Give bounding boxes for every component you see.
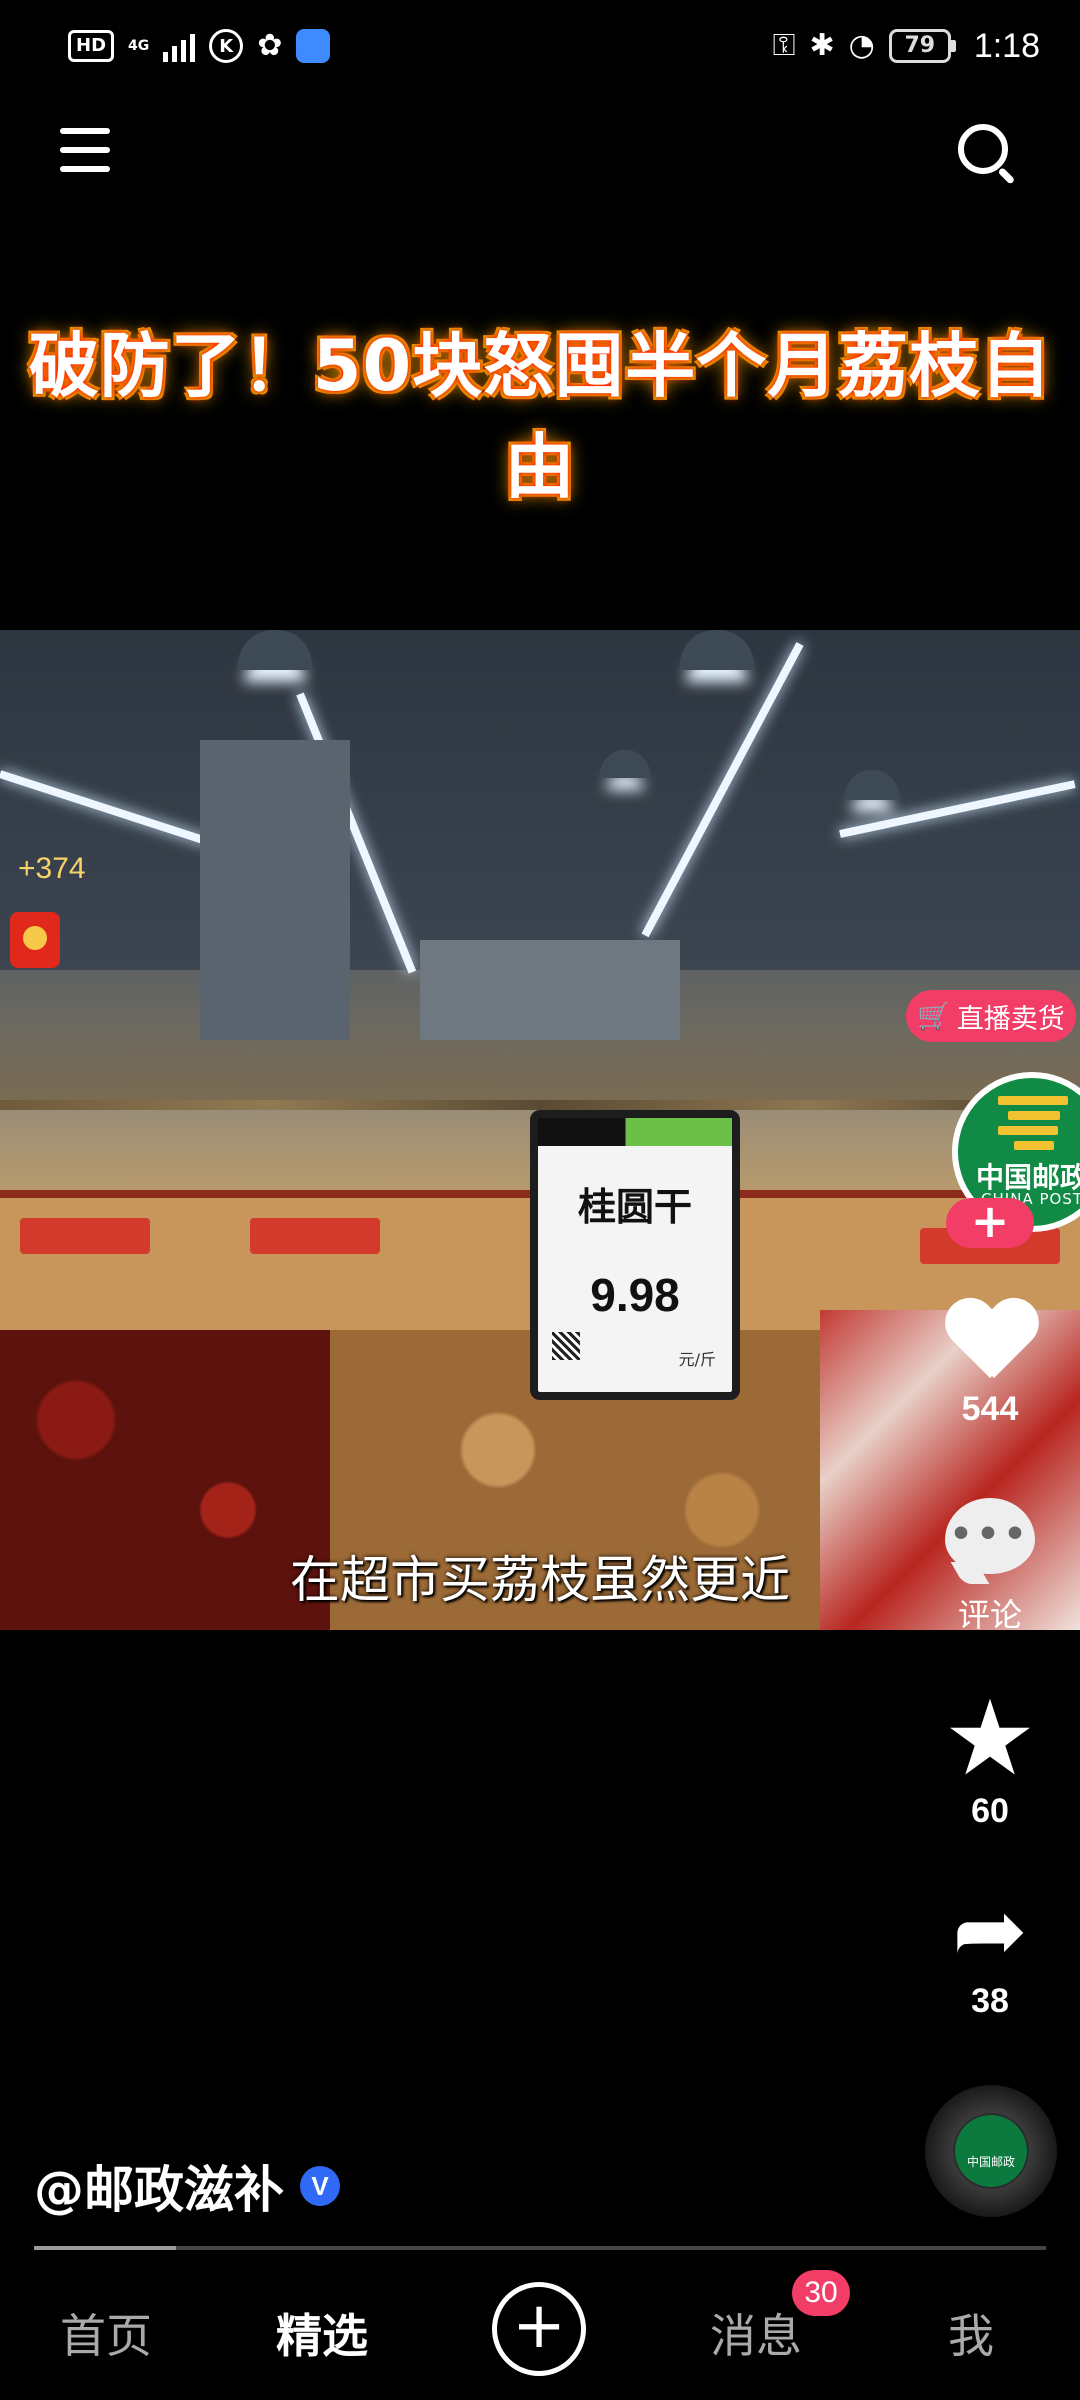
price-sign-name: 桂圆干 <box>577 1185 692 1229</box>
price-sign-unit: 元/斤 <box>678 1350 716 1369</box>
hd-icon: HD <box>68 30 115 62</box>
nav-messages[interactable]: 消息 <box>710 2300 802 2366</box>
video-player[interactable]: 桂圆干 9.98 元/斤 在超市买荔枝虽然更近 <box>0 630 1080 1630</box>
post-emblem-icon <box>998 1096 1068 1152</box>
search-icon[interactable] <box>954 120 1018 185</box>
speedometer-icon: ◔ <box>848 28 875 63</box>
video-title: 破防了！50块怒囤半个月荔枝自由 <box>28 325 1052 508</box>
star-icon: ★ <box>943 1677 1037 1799</box>
menu-icon[interactable] <box>60 126 112 174</box>
heart-icon <box>944 1300 1036 1384</box>
like-count: 544 <box>961 1390 1019 1428</box>
like-button[interactable]: 544 <box>930 1300 1050 1429</box>
battery-icon: 79 <box>888 29 956 63</box>
car-lock-icon: ⚿ <box>772 28 796 63</box>
cart-icon: 🛒 <box>917 1001 951 1032</box>
verified-badge-icon: V <box>300 2166 340 2206</box>
nav-home[interactable]: 首页 <box>60 2300 152 2366</box>
follow-button[interactable]: + <box>946 1198 1034 1248</box>
network-type: 4G <box>128 38 150 54</box>
clock: 1:18 <box>973 26 1040 65</box>
nav-me[interactable]: 我 <box>948 2300 994 2366</box>
comment-button[interactable]: ••• 评论 <box>930 1498 1050 1636</box>
bottom-nav: 首页 精选 + 消息 30 我 <box>0 2270 1080 2400</box>
price-sign-value: 9.98 <box>590 1269 680 1321</box>
video-progress-bar[interactable] <box>34 2246 1046 2250</box>
red-packet-icon[interactable] <box>10 912 60 968</box>
app-notification-icon <box>296 29 331 63</box>
author-row[interactable]: @邮政滋补 V <box>34 2150 340 2222</box>
comment-label: 评论 <box>957 1596 1022 1634</box>
k-app-icon: K <box>209 29 244 63</box>
messages-unread-badge: 30 <box>792 2270 850 2316</box>
nav-featured[interactable]: 精选 <box>276 2300 368 2366</box>
author-name[interactable]: @邮政滋补 <box>34 2150 284 2222</box>
status-bar: HD 4G K ✿ ⚿ ✱ ◔ 79 1:18 <box>0 0 1080 92</box>
favorite-button[interactable]: ★ 60 <box>930 1677 1050 1831</box>
signal-bars-icon <box>163 30 196 62</box>
live-selling-badge[interactable]: 🛒 直播卖货 <box>906 990 1076 1042</box>
battery-level: 79 <box>888 29 951 63</box>
qr-code-icon <box>552 1332 580 1360</box>
share-count: 38 <box>971 1982 1009 2020</box>
create-button[interactable]: + <box>492 2282 586 2376</box>
video-ceiling <box>0 630 1080 970</box>
share-button[interactable]: ➦ 38 <box>930 1886 1050 2021</box>
disc-text: 中国邮政 <box>966 2155 1015 2169</box>
comment-bubble-icon: ••• <box>945 1498 1035 1584</box>
live-selling-label: 直播卖货 <box>956 1003 1065 1035</box>
music-disc-icon[interactable]: 中国邮政 <box>925 2085 1057 2217</box>
bluetooth-icon: ✱ <box>809 28 835 63</box>
video-caption: 在超市买荔枝虽然更近 <box>290 1551 790 1609</box>
wechat-icon: ✿ <box>257 28 283 63</box>
price-sign: 桂圆干 9.98 元/斤 <box>530 1110 740 1400</box>
bonus-count: +374 <box>18 852 86 885</box>
share-arrow-icon: ➦ <box>952 1878 1028 1983</box>
video-progress-fill <box>34 2246 176 2250</box>
